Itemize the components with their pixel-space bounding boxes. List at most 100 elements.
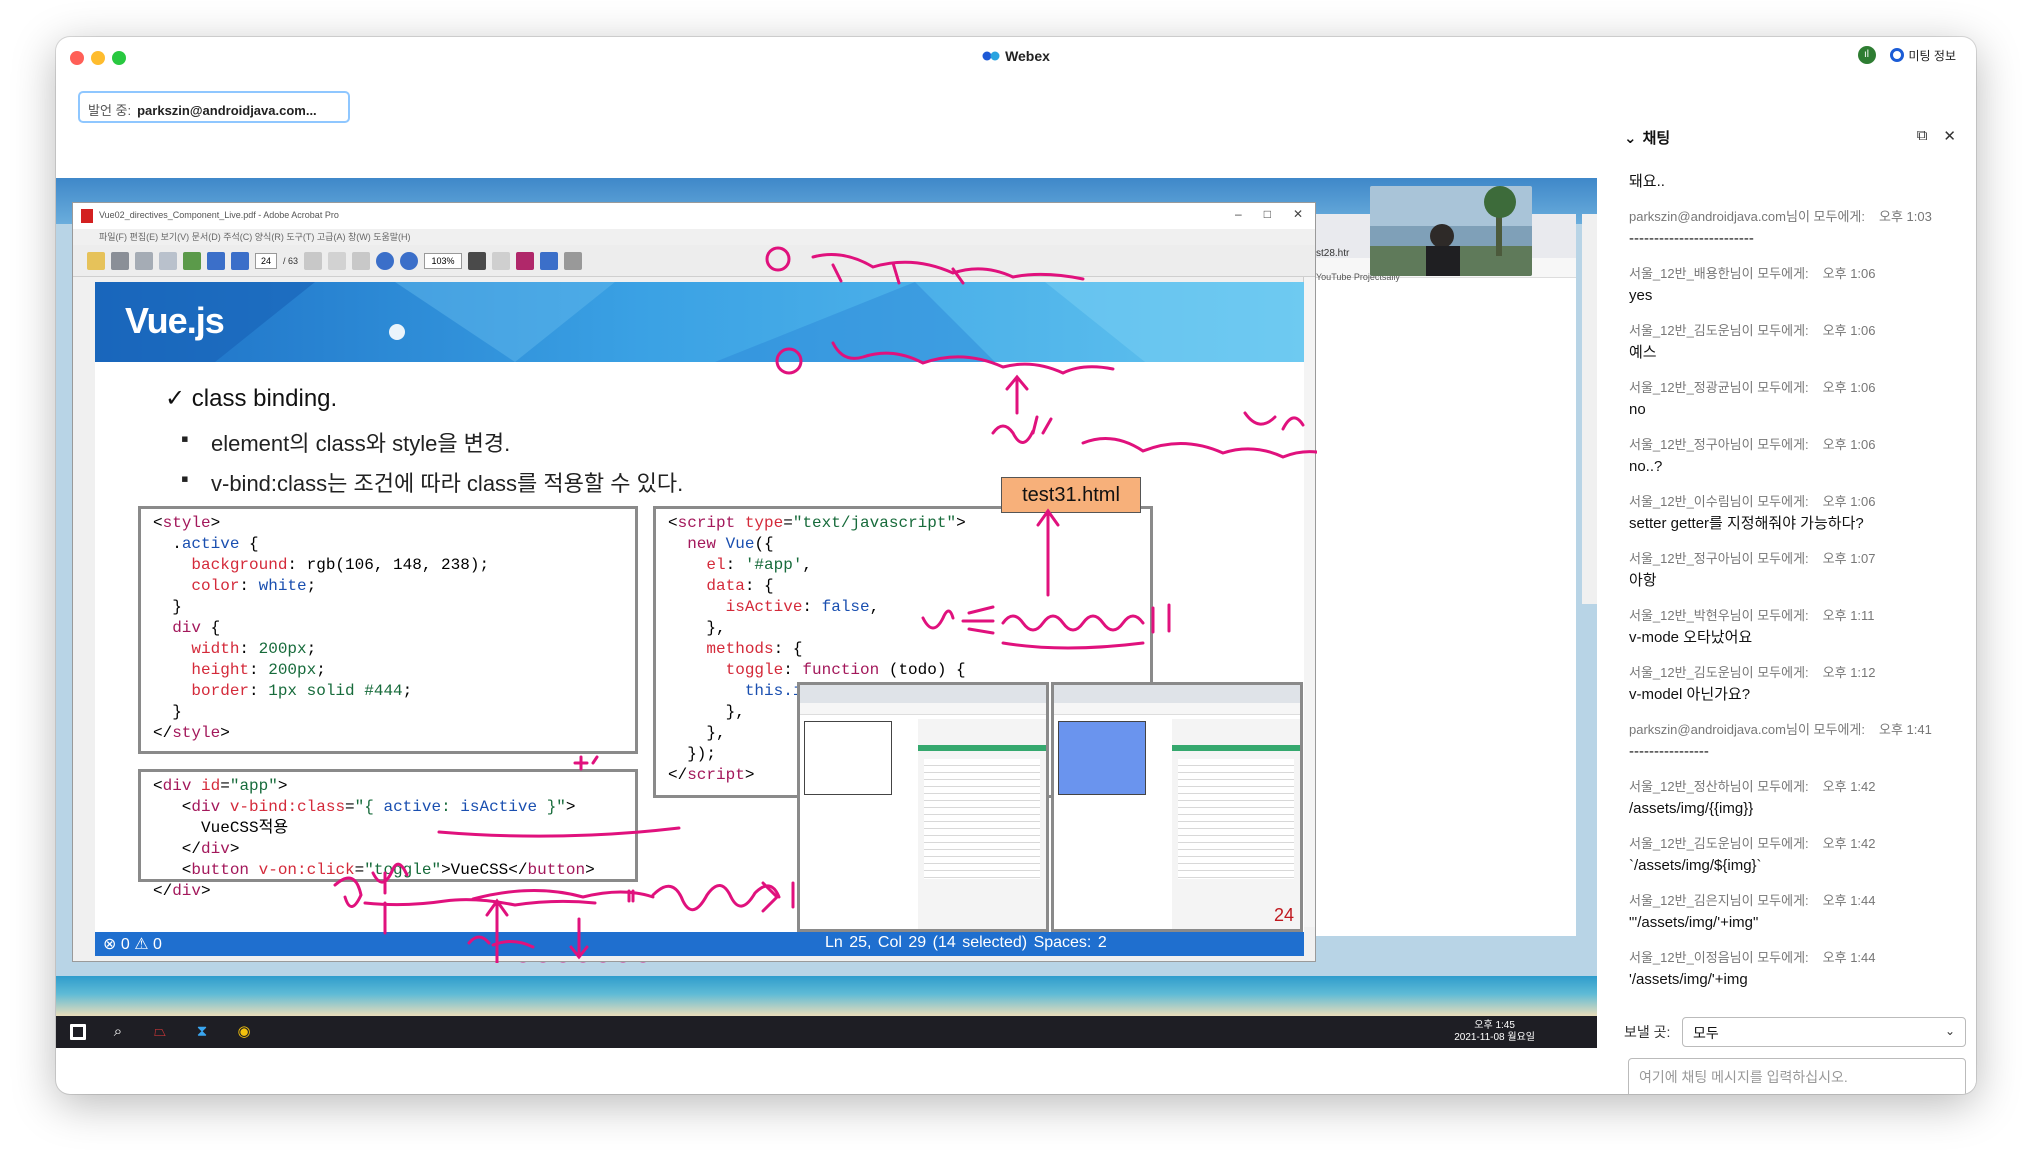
acrobat-title-bar: Vue02_directives_Component_Live.pdf - Ad… — [73, 203, 1315, 229]
hand-tool-icon[interactable] — [328, 251, 347, 270]
info-icon — [1889, 48, 1904, 62]
chrome-taskbar-icon[interactable]: ◉ — [234, 1022, 254, 1042]
message-time: 오후 1:44 — [1822, 950, 1876, 965]
zoom-out-icon[interactable] — [376, 251, 395, 270]
highlight-icon[interactable] — [516, 251, 535, 270]
active-speaker-indicator[interactable]: 발언 중: parkszin@androidjava.com... — [78, 91, 350, 123]
chat-message-list[interactable]: 돼요.. parkszin@androidjava.com님이 모두에게: 오후 … — [1629, 170, 1961, 1005]
chat-message-meta: 서울_12반_박현우님이 모두에게: 오후 1:11 — [1629, 606, 1961, 626]
acrobat-window-buttons: – □ ✕ — [1235, 207, 1303, 221]
demo-div-inactive — [804, 721, 892, 795]
message-sender: 서울_12반_김도운님이 모두에게: — [1629, 836, 1809, 851]
acrobat-scrollbar[interactable] — [1303, 277, 1315, 927]
shared-screen: st28.htr YouTube Projectsally Vue02_dire… — [56, 178, 1597, 1048]
send-to-select[interactable]: 모두 ⌄ — [1682, 1017, 1966, 1047]
chat-message-text: yes — [1629, 287, 1653, 304]
close-icon[interactable]: ✕ — [1943, 127, 1956, 145]
problems-count[interactable]: ⊗ 0 ⚠ 0 — [103, 934, 162, 954]
acrobat-taskbar-icon[interactable]: ⏢ — [150, 1022, 170, 1042]
slide-bullet-1: element의 class와 style을 변경. — [181, 426, 510, 458]
message-time: 오후 1:06 — [1822, 266, 1876, 281]
chat-message-text: setter getter를 지정해줘야 가능하다? — [1629, 515, 1864, 532]
attach-icon[interactable] — [564, 251, 583, 270]
pointer-icon[interactable] — [468, 251, 487, 270]
acrobat-menu-bar[interactable]: 파일(F) 편집(E) 보기(V) 문서(D) 주석(C) 양식(R) 도구(T… — [73, 229, 1315, 245]
minimize-icon[interactable]: – — [1235, 207, 1242, 221]
maximize-icon[interactable]: □ — [1264, 207, 1271, 221]
search-icon[interactable]: ⌕ — [108, 1022, 128, 1042]
message-time: 오후 1:03 — [1878, 209, 1932, 224]
select-tool-icon[interactable] — [304, 251, 323, 270]
pop-out-icon[interactable]: ⧉ — [1917, 127, 1928, 145]
chat-message-meta: 서울_12반_이수림님이 모두에게: 오후 1:06 — [1629, 492, 1961, 512]
send-to-value: 모두 — [1693, 1025, 1719, 1041]
previous-page-icon[interactable] — [207, 251, 225, 270]
zoom-tool-icon[interactable] — [352, 251, 371, 270]
devtools-panel — [1172, 719, 1300, 929]
meeting-info-label: 미팅 정보 — [1908, 48, 1957, 63]
chat-actions: ⧉ ✕ — [1917, 127, 1956, 145]
page-number-input[interactable]: 24 — [255, 252, 277, 269]
chat-message-meta: 서울_12반_정구아님이 모두에게: 오후 1:07 — [1629, 549, 1961, 569]
webex-logo-icon — [982, 51, 1000, 61]
style-code-block: <style> .active { background: rgb(106, 1… — [138, 506, 638, 754]
tools-icon[interactable] — [540, 251, 559, 270]
cursor-position[interactable]: Ln 25, Col 29 (14 selected) Spaces: 2 — [825, 934, 1107, 952]
webex-window: Webex ıl 미팅 정보 발언 중: parkszin@androidjava… — [56, 37, 1976, 1094]
presenter-webcam-thumbnail — [1370, 186, 1532, 276]
chevron-down-icon[interactable]: ⌄ — [1624, 129, 1637, 147]
chat-message-text: "'/assets/img/'+img" — [1629, 914, 1759, 931]
message-sender: 서울_12반_정광균님이 모두에게: — [1629, 380, 1809, 395]
share-icon[interactable] — [183, 251, 201, 270]
next-page-icon[interactable] — [231, 251, 249, 270]
taskbar-clock[interactable]: 오후 1:45 2021-11-08 월요일 — [1454, 1020, 1535, 1044]
browser-screenshot-inactive — [797, 682, 1049, 932]
vscode-taskbar-icon[interactable]: ⧗ — [192, 1022, 212, 1042]
message-sender: 서울_12반_김도운님이 모두에게: — [1629, 665, 1809, 680]
message-sender: 서울_12반_정구아님이 모두에게: — [1629, 551, 1809, 566]
acrobat-toolbar: 24 / 63 103% — [73, 245, 1315, 277]
message-time: 오후 1:11 — [1822, 608, 1875, 623]
banner-pattern — [95, 282, 1304, 362]
message-time: 오후 1:07 — [1822, 551, 1876, 566]
editor-status-bar: ⊗ 0 ⚠ 0 Ln 25, Col 29 (14 selected) Spac… — [95, 932, 1304, 956]
send-to-label: 보낼 곳: — [1624, 1024, 1671, 1040]
message-sender: 서울_12반_정구아님이 모두에게: — [1629, 437, 1809, 452]
zoom-level-input[interactable]: 103% — [424, 252, 463, 269]
active-speaker-label: 발언 중: — [88, 103, 132, 118]
open-folder-icon[interactable] — [87, 251, 105, 270]
message-sender: 서울_12반_김도운님이 모두에게: — [1629, 323, 1809, 338]
slide-bullet-2: v-bind:class는 조건에 따라 class를 적용할 수 있다. — [181, 466, 683, 498]
chat-message-text: no — [1629, 401, 1646, 418]
chat-message-input[interactable]: 여기에 채팅 메시지를 입력하십시오. — [1628, 1058, 1966, 1094]
message-sender: 서울_12반_김은지님이 모두에게: — [1629, 893, 1809, 908]
chat-message-meta: 서울_12반_김도운님이 모두에게: 오후 1:42 — [1629, 834, 1961, 854]
chat-message-text: no..? — [1629, 458, 1663, 475]
chat-title: 채팅 — [1642, 130, 1671, 147]
browser-screenshot-active — [1051, 682, 1303, 932]
zoom-in-icon[interactable] — [400, 251, 419, 270]
chat-header[interactable]: ⌄ 채팅 — [1624, 127, 1670, 148]
chat-message-text: v-model 아닌가요? — [1629, 686, 1751, 703]
chat-message-text: v-mode 오타났어요 — [1629, 629, 1753, 646]
desktop-wallpaper-beach — [56, 976, 1597, 1016]
message-time: 오후 1:44 — [1822, 893, 1876, 908]
send-to-row: 보낼 곳: 모두 ⌄ — [1624, 1017, 1966, 1047]
demo-div-active — [1058, 721, 1146, 795]
ok-stamp-icon[interactable] — [492, 251, 511, 270]
message-time: 오후 1:06 — [1822, 323, 1876, 338]
windows-start-icon[interactable] — [70, 1024, 86, 1040]
chat-message-text: 돼요.. — [1629, 173, 1665, 190]
message-sender: 서울_12반_배용한님이 모두에게: — [1629, 266, 1809, 281]
close-icon[interactable]: ✕ — [1293, 207, 1303, 221]
connection-signal-icon[interactable]: ıl — [1857, 46, 1876, 64]
title-bar: Webex ıl 미팅 정보 — [56, 37, 1976, 77]
save-icon[interactable] — [135, 251, 153, 270]
print-icon[interactable] — [111, 251, 129, 270]
message-time: 오후 1:12 — [1822, 665, 1876, 680]
chat-message-text: ---------------- — [1629, 743, 1709, 760]
message-time: 오후 1:42 — [1822, 779, 1876, 794]
email-icon[interactable] — [159, 251, 177, 270]
meeting-info-button[interactable]: 미팅 정보 — [1889, 47, 1957, 64]
chat-message-meta: parkszin@androidjava.com님이 모두에게: 오후 1:03 — [1629, 207, 1961, 227]
